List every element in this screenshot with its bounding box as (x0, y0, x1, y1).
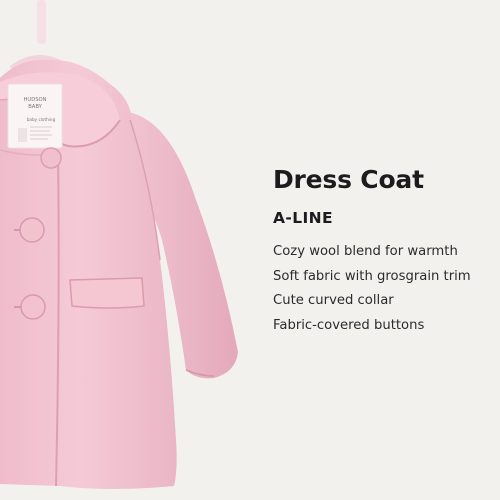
feature-item: Fabric-covered buttons (273, 317, 425, 333)
svg-text:HUDSON: HUDSON (24, 97, 47, 103)
product-title: Dress Coat (273, 165, 424, 194)
feature-item: Soft fabric with grosgrain trim (273, 268, 471, 284)
svg-text:BABY: BABY (28, 104, 42, 110)
pocket-flap (69, 277, 145, 309)
feature-item: Cozy wool blend for warmth (273, 244, 458, 259)
feature-list: Cozy wool blend for warmth Soft fabric w… (273, 240, 488, 338)
product-subtitle: A-LINE (273, 209, 334, 227)
feature-item: Cute curved collar (273, 293, 394, 308)
coat-illustration: HUDSON BABY baby clothing (0, 0, 238, 490)
collar-button (40, 147, 62, 169)
neck-label: HUDSON BABY baby clothing (7, 83, 63, 149)
svg-text:baby clothing: baby clothing (27, 117, 56, 122)
product-copy: Dress Coat A-LINE Cozy wool blend for wa… (273, 158, 488, 338)
product-card: HUDSON BABY baby clothing Dress Coat A-L… (0, 0, 500, 500)
